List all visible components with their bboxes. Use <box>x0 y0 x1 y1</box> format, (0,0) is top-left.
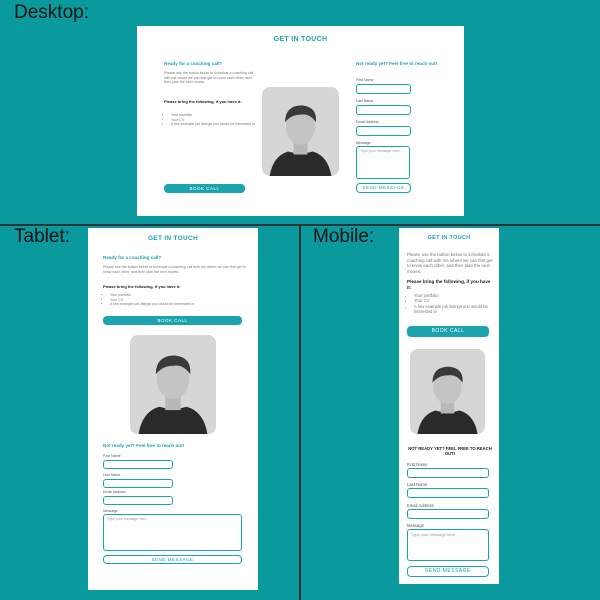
first-name-input[interactable] <box>407 468 489 478</box>
first-name-label: First Name <box>356 78 374 82</box>
email-label: Email Address <box>103 490 126 494</box>
send-message-button[interactable]: SEND MESSAGE <box>407 566 489 577</box>
first-name-label: First Name <box>103 454 121 458</box>
book-call-button[interactable]: BOOK CALL <box>164 184 245 193</box>
book-call-button[interactable]: BOOK CALL <box>103 316 242 325</box>
list-item: A few example job listings you would be … <box>110 302 248 307</box>
last-name-label: Last Name <box>356 99 374 103</box>
form-heading: Not ready yet? Feel free to reach out! <box>356 61 438 66</box>
email-label: Email Address <box>407 503 434 508</box>
email-input[interactable] <box>407 509 489 519</box>
coaching-text: Please use the button below to schedule … <box>407 252 493 275</box>
tablet-label: Tablet: <box>14 226 70 247</box>
message-textarea[interactable]: Type your message here... <box>103 514 242 551</box>
last-name-input[interactable] <box>407 488 489 498</box>
last-name-label: Last Name <box>103 473 121 477</box>
last-name-label: Last Name <box>407 482 428 487</box>
email-input[interactable] <box>103 496 173 505</box>
email-label: Email Address <box>356 120 379 124</box>
page-title: GET IN TOUCH <box>147 235 199 242</box>
coaching-heading: Ready for a coaching call? <box>103 255 162 260</box>
send-message-button[interactable]: SEND MESSAGE <box>356 183 411 193</box>
bring-list: Your portfolio Your CV A few example job… <box>164 113 256 127</box>
bring-heading: Please bring the following, if you have … <box>407 279 491 290</box>
last-name-input[interactable] <box>103 479 173 488</box>
bring-list: Your portfolio Your CV A few example job… <box>407 293 493 315</box>
list-item: A few example job listings you would be … <box>171 122 256 127</box>
bring-heading: Please bring the following, if you have … <box>103 284 181 289</box>
portrait-photo <box>410 349 485 434</box>
portrait-photo <box>262 87 339 176</box>
desktop-card: GET IN TOUCH Ready for a coaching call? … <box>137 26 464 216</box>
coaching-heading: Ready for a coaching call? <box>164 61 223 66</box>
message-label: Message <box>356 141 371 145</box>
bring-heading: Please bring the following, if you have … <box>164 99 242 104</box>
bring-list: Your portfolio Your CV A few example job… <box>103 293 248 307</box>
send-message-button[interactable]: SEND MESSAGE <box>103 555 242 564</box>
form-heading: Not ready yet? Feel free to reach out! <box>103 443 185 448</box>
list-item: A few example job listings you would be … <box>414 304 493 315</box>
mobile-label: Mobile: <box>313 226 375 247</box>
last-name-input[interactable] <box>356 105 411 115</box>
vertical-divider <box>299 224 301 600</box>
tablet-card: GET IN TOUCH Ready for a coaching call? … <box>88 228 258 590</box>
page-title: GET IN TOUCH <box>427 235 471 241</box>
mobile-card: GET IN TOUCH Please use the button below… <box>399 228 499 584</box>
portrait-photo <box>130 335 216 434</box>
message-label: Message <box>407 523 424 528</box>
coaching-text: Please use the button below to schedule … <box>164 71 254 85</box>
email-input[interactable] <box>356 126 411 136</box>
coaching-text: Please use the button below to schedule … <box>103 265 246 274</box>
page-title: GET IN TOUCH <box>273 36 328 43</box>
book-call-button[interactable]: BOOK CALL <box>407 326 489 337</box>
message-label: Message <box>103 509 118 513</box>
first-name-input[interactable] <box>356 84 411 94</box>
desktop-label: Desktop: <box>14 2 89 23</box>
message-textarea[interactable]: Type your message here... <box>407 529 489 561</box>
message-textarea[interactable]: Type your message here... <box>356 146 410 179</box>
first-name-label: First Name <box>407 462 428 467</box>
form-heading: NOT READY YET? FEEL FREE TO REACH OUT! <box>408 446 492 457</box>
first-name-input[interactable] <box>103 460 173 469</box>
